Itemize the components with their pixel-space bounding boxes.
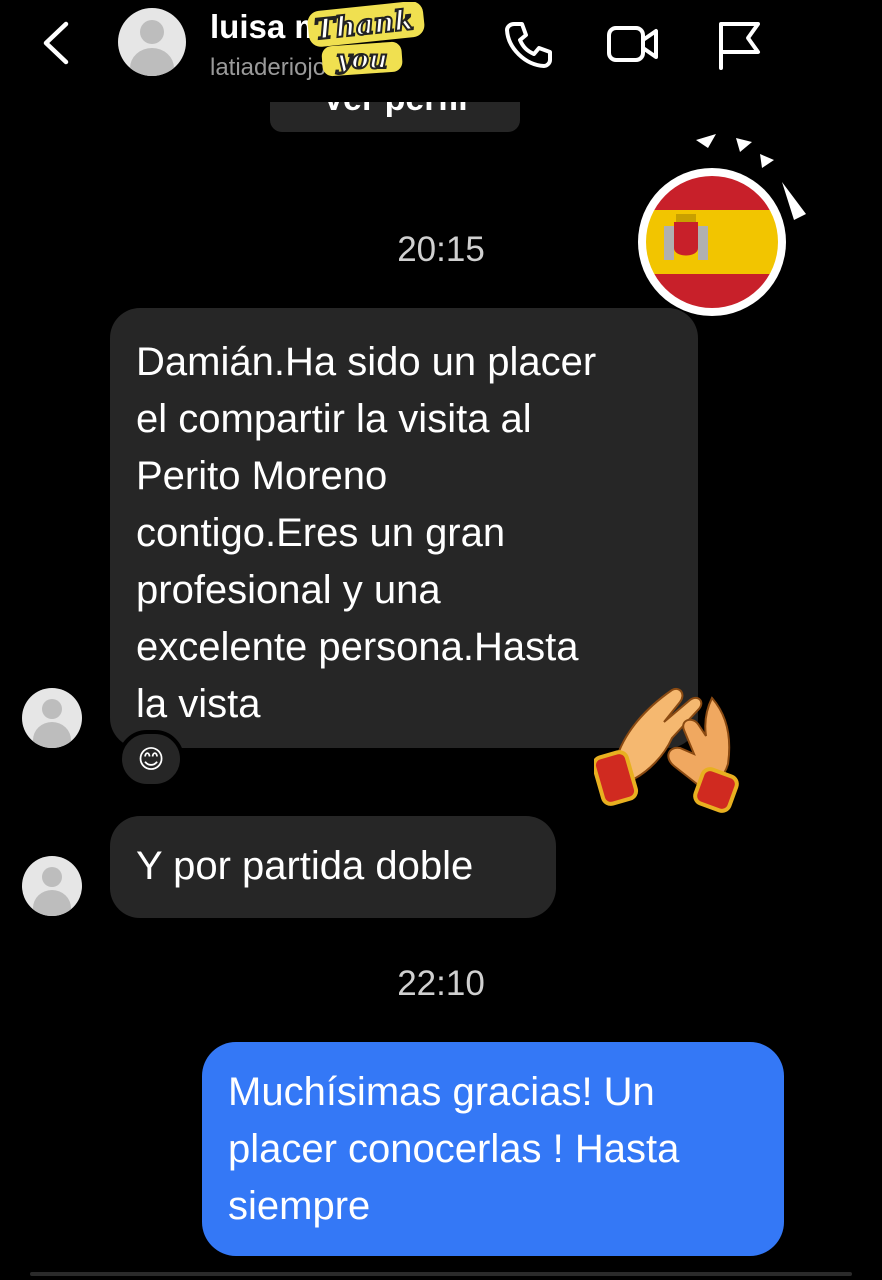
flag-icon[interactable] <box>712 16 768 72</box>
message-line: contigo.Eres un gran <box>136 511 506 555</box>
contact-avatar[interactable] <box>118 8 186 76</box>
clapping-hands-sticker <box>594 688 739 813</box>
svg-text:Thank: Thank <box>313 3 415 46</box>
phone-icon[interactable] <box>500 16 556 72</box>
message-reaction[interactable]: 😊 <box>118 730 184 788</box>
incoming-message-bubble[interactable]: Y por partida doble <box>110 816 556 918</box>
message-line: la vista <box>136 682 261 726</box>
sender-avatar[interactable] <box>22 856 82 916</box>
message-line: Damián.Ha sido un placer <box>136 340 597 384</box>
sender-avatar[interactable] <box>22 688 82 748</box>
svg-text:you: you <box>335 45 387 75</box>
message-line: profesional y una <box>136 568 441 612</box>
message-line: el compartir la visita al <box>136 397 532 441</box>
outgoing-message-bubble[interactable]: Muchísimas gracias! Un placer conocerlas… <box>202 1042 784 1256</box>
message-line: placer conocerlas ! Hasta <box>228 1127 680 1171</box>
message-line: Perito Moreno <box>136 454 388 498</box>
message-line: siempre <box>228 1184 371 1228</box>
composer-edge <box>30 1272 852 1276</box>
video-camera-icon[interactable] <box>604 16 660 72</box>
message-line: Muchísimas gracias! Un <box>228 1070 655 1114</box>
chat-header: luisa mateo latiaderiojo Thank you <box>0 0 882 104</box>
timestamp: 22:10 <box>397 964 485 1003</box>
back-chevron-icon[interactable] <box>38 18 78 68</box>
timestamp: 20:15 <box>397 230 485 269</box>
spain-flag-sticker <box>638 134 806 316</box>
message-line: excelente persona.Hasta <box>136 625 579 669</box>
thank-you-sticker: Thank you <box>307 2 425 77</box>
message-line: Y por partida doble <box>136 844 474 888</box>
